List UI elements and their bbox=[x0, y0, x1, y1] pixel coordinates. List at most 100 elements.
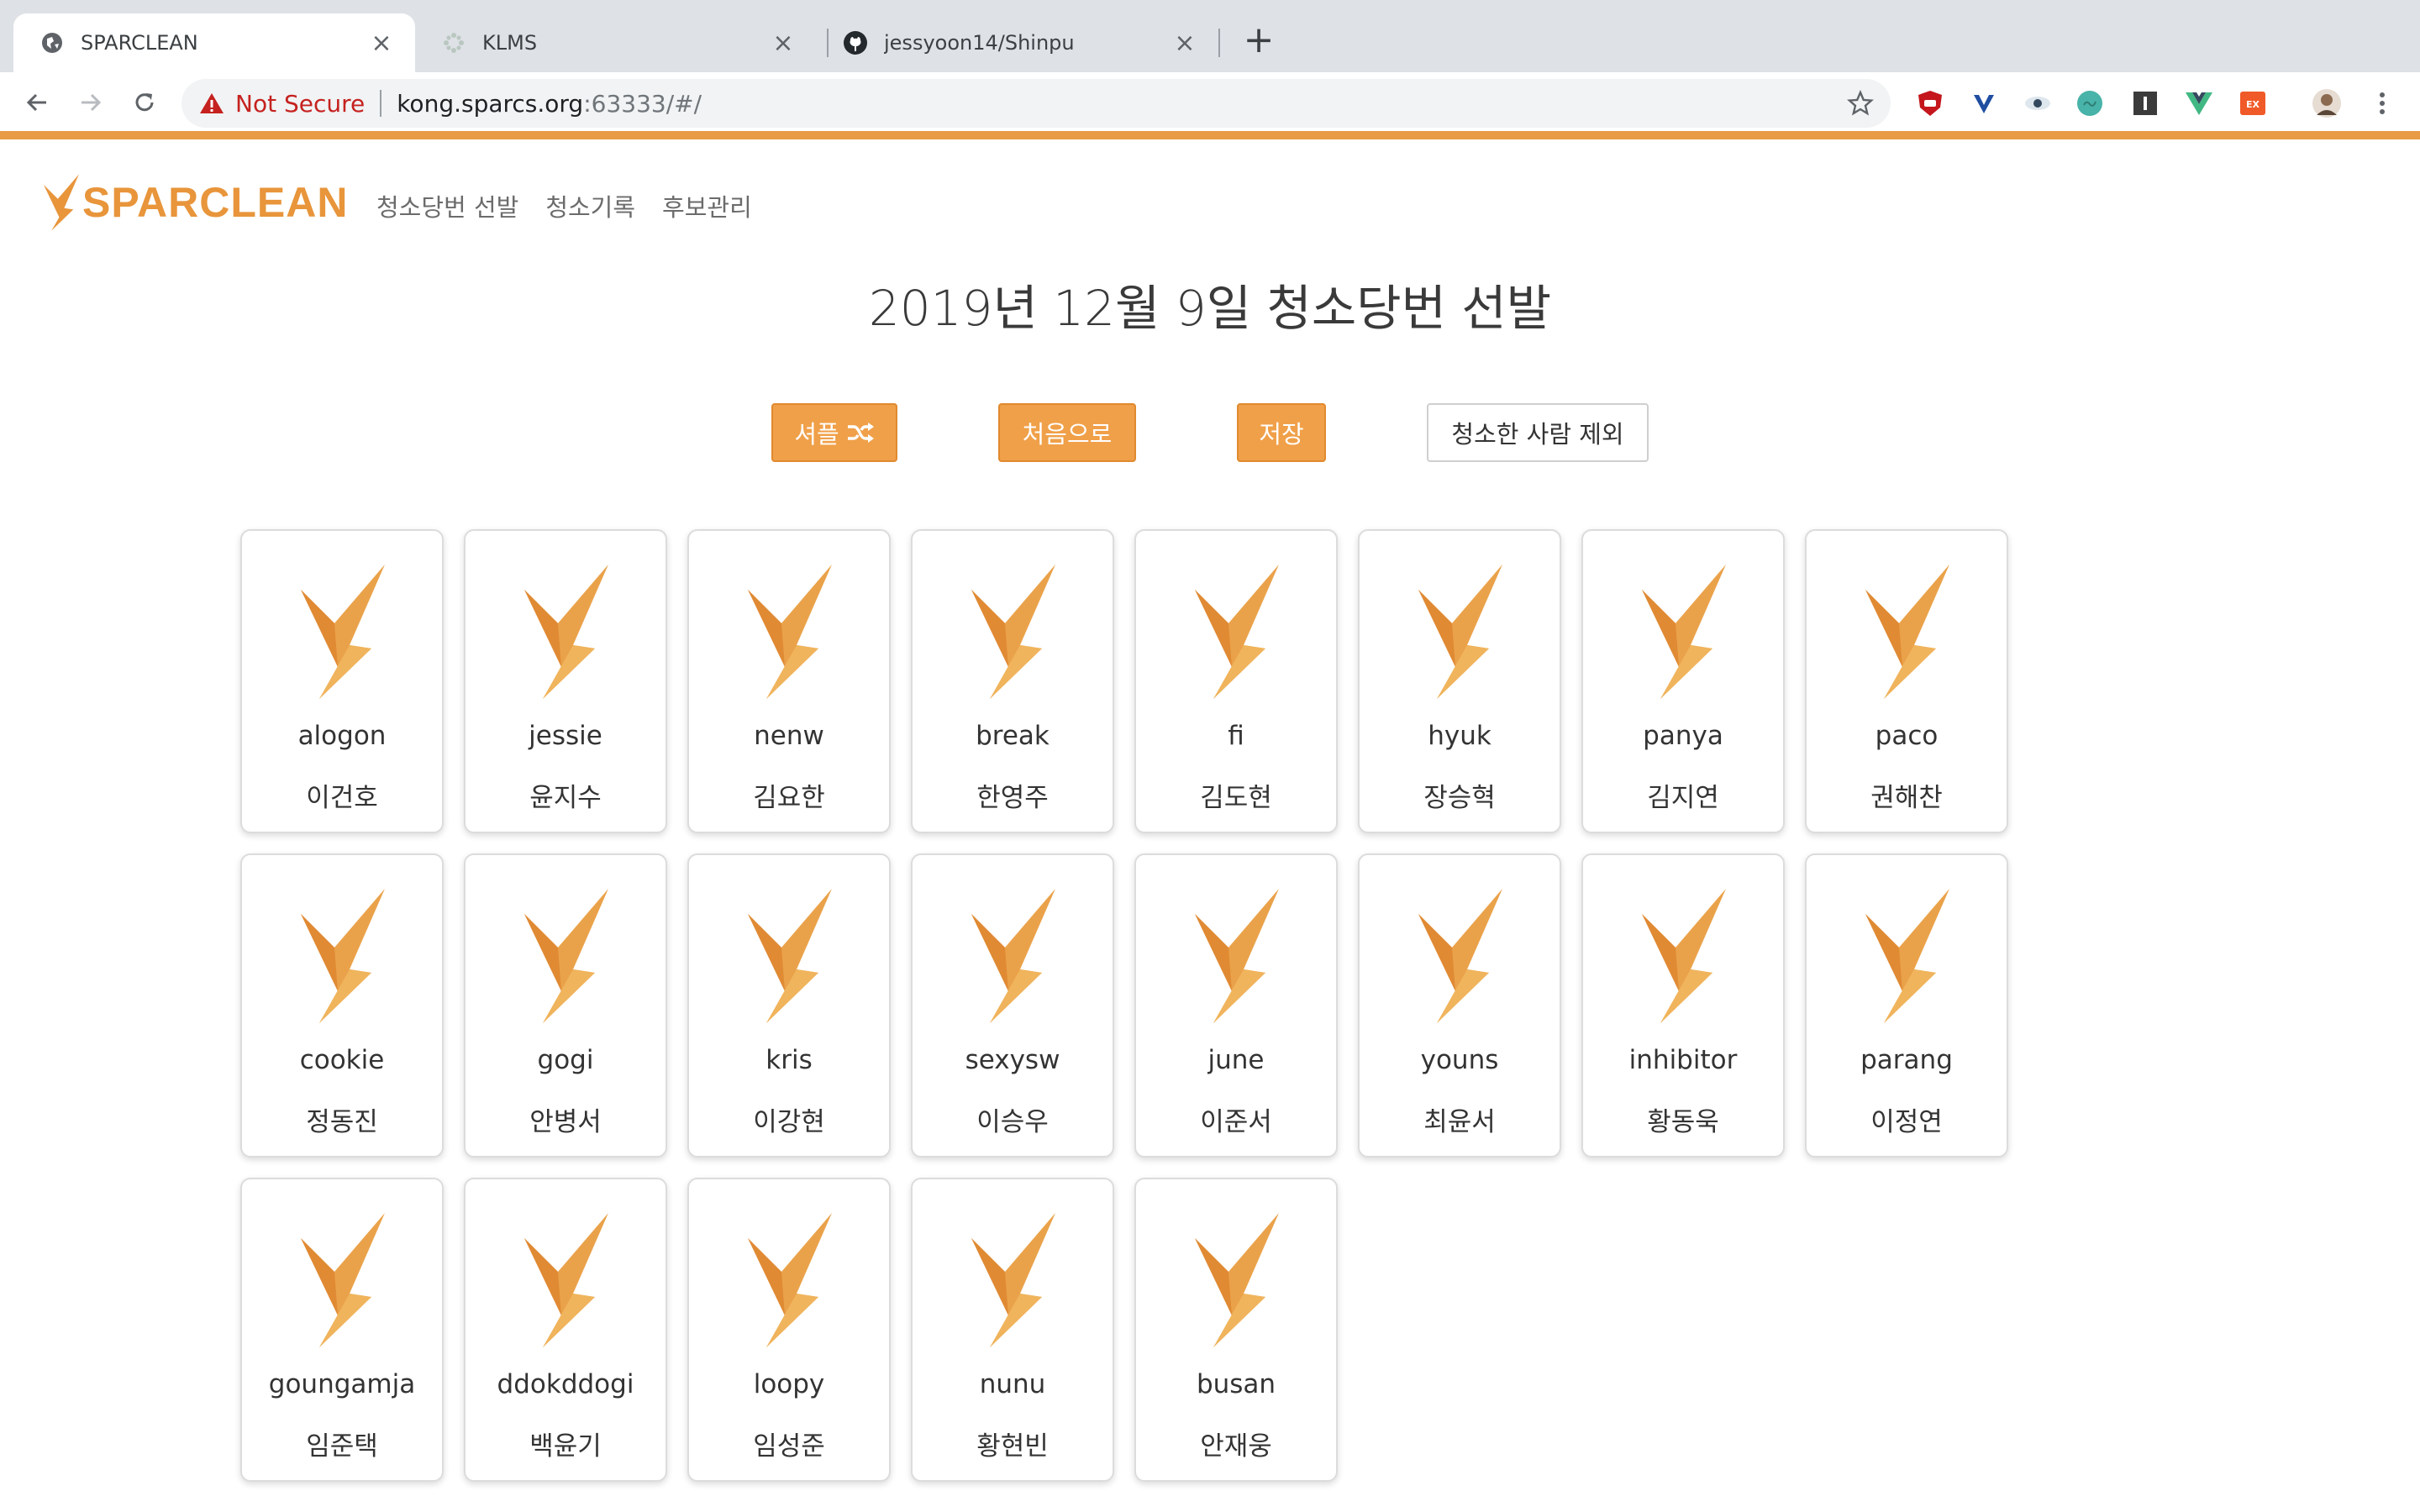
back-button[interactable] bbox=[15, 81, 59, 124]
member-card[interactable]: inhibitor 황동욱 bbox=[1581, 853, 1785, 1158]
url-host: kong.sparcs.org bbox=[397, 89, 584, 118]
member-card[interactable]: fi 김도현 bbox=[1134, 529, 1338, 833]
ex-icon[interactable]: EX bbox=[2237, 87, 2269, 119]
lightning-logo-icon bbox=[1642, 889, 1726, 1023]
member-name: 안재웅 bbox=[1200, 1431, 1272, 1462]
nav-item-history[interactable]: 청소기록 bbox=[545, 188, 635, 223]
exclude-cleaned-button[interactable]: 청소한 사람 제외 bbox=[1427, 403, 1649, 462]
member-nickname: busan bbox=[1196, 1369, 1276, 1399]
member-card[interactable]: alogon 이건호 bbox=[240, 529, 444, 833]
member-card[interactable]: gogi 안병서 bbox=[464, 853, 667, 1158]
lightning-logo-icon bbox=[1195, 564, 1279, 699]
profile-avatar[interactable] bbox=[2311, 87, 2343, 119]
tab-sparclean[interactable]: SPARCLEAN × bbox=[13, 13, 415, 72]
member-nickname: alogon bbox=[297, 721, 387, 751]
tab-title: KLMS bbox=[482, 31, 538, 55]
member-name: 김도현 bbox=[1200, 783, 1272, 813]
brand-logo-link[interactable]: SPARCLEAN bbox=[44, 173, 348, 232]
lightning-logo-icon bbox=[524, 1213, 608, 1347]
main-nav: 청소당번 선발 청소기록 후보관리 bbox=[376, 188, 779, 223]
reload-icon bbox=[135, 93, 154, 112]
member-card[interactable]: break 한영주 bbox=[911, 529, 1114, 833]
arrow-right-icon bbox=[82, 93, 102, 112]
forward-button[interactable] bbox=[69, 81, 113, 124]
member-nickname: june bbox=[1207, 1045, 1265, 1075]
teal-circle-icon[interactable] bbox=[2074, 87, 2106, 119]
instapaper-icon[interactable] bbox=[2129, 87, 2161, 119]
nav-item-selection[interactable]: 청소당번 선발 bbox=[376, 188, 518, 223]
member-card[interactable]: nunu 황현빈 bbox=[911, 1178, 1114, 1482]
member-nickname: parang bbox=[1860, 1045, 1953, 1075]
member-card[interactable]: parang 이정연 bbox=[1805, 853, 2008, 1158]
lightning-logo-icon bbox=[971, 564, 1055, 699]
member-card[interactable]: paco 권해찬 bbox=[1805, 529, 2008, 833]
member-card[interactable]: youns 최윤서 bbox=[1358, 853, 1561, 1158]
member-name: 황동욱 bbox=[1647, 1107, 1719, 1137]
lightning-logo-icon bbox=[971, 889, 1055, 1023]
member-card[interactable]: hyuk 장승혁 bbox=[1358, 529, 1561, 833]
save-label: 저장 bbox=[1259, 420, 1304, 449]
member-nickname: gogi bbox=[537, 1045, 594, 1075]
brand-name: SPARCLEAN bbox=[82, 179, 349, 226]
member-card[interactable]: jessie 윤지수 bbox=[464, 529, 667, 833]
security-label[interactable]: Not Secure bbox=[235, 90, 365, 118]
address-bar[interactable]: Not Secure kong.sparcs.org:63333/#/ bbox=[182, 79, 1891, 128]
vue-devtools-icon[interactable] bbox=[2183, 87, 2215, 119]
member-card[interactable]: panya 김지연 bbox=[1581, 529, 1785, 833]
accent-bar bbox=[0, 131, 2420, 139]
member-name: 최윤서 bbox=[1423, 1107, 1496, 1137]
lightning-logo-icon bbox=[748, 889, 832, 1023]
member-card[interactable]: ddokddogi 백윤기 bbox=[464, 1178, 667, 1482]
member-nickname: panya bbox=[1643, 721, 1723, 751]
member-card[interactable]: busan 안재웅 bbox=[1134, 1178, 1338, 1482]
member-name: 김요한 bbox=[753, 783, 825, 813]
close-icon[interactable]: × bbox=[368, 29, 395, 58]
member-nickname: youns bbox=[1420, 1045, 1499, 1075]
member-card[interactable]: kris 이강현 bbox=[687, 853, 891, 1158]
globe-icon bbox=[39, 29, 66, 56]
tab-title: SPARCLEAN bbox=[81, 31, 198, 55]
save-button[interactable]: 저장 bbox=[1237, 403, 1326, 462]
member-name: 임준택 bbox=[306, 1431, 378, 1462]
ublock-icon[interactable] bbox=[1914, 87, 1946, 119]
nav-item-candidates[interactable]: 후보관리 bbox=[662, 188, 752, 223]
browser-toolbar: Not Secure kong.sparcs.org:63333/#/ EX bbox=[0, 72, 2420, 134]
lightning-logo-icon bbox=[1418, 889, 1502, 1023]
eye-icon[interactable] bbox=[2022, 87, 2054, 119]
member-card[interactable]: goungamja 임준택 bbox=[240, 1178, 444, 1482]
member-card[interactable]: cookie 정동진 bbox=[240, 853, 444, 1158]
lightning-logo-icon bbox=[1195, 889, 1279, 1023]
page-title: 2019년 12월 9일 청소당번 선발 bbox=[868, 280, 1552, 337]
member-card[interactable]: june 이준서 bbox=[1134, 853, 1338, 1158]
member-name: 장승혁 bbox=[1423, 783, 1496, 813]
member-name: 이승우 bbox=[976, 1107, 1049, 1137]
lightning-logo-icon bbox=[1195, 1213, 1279, 1347]
shuffle-icon bbox=[847, 423, 874, 443]
reset-button[interactable]: 처음으로 bbox=[998, 403, 1136, 462]
url-path: :63333/#/ bbox=[583, 89, 702, 118]
member-card[interactable]: loopy 임성준 bbox=[687, 1178, 891, 1482]
tab-divider bbox=[1218, 29, 1220, 57]
member-card[interactable]: nenw 김요한 bbox=[687, 529, 891, 833]
address-divider bbox=[380, 90, 382, 117]
member-nickname: goungamja bbox=[268, 1369, 416, 1399]
tab-klms[interactable]: KLMS × bbox=[415, 13, 817, 72]
lightning-logo-icon bbox=[748, 1213, 832, 1347]
member-name: 백윤기 bbox=[529, 1431, 602, 1462]
member-nickname: inhibitor bbox=[1628, 1045, 1738, 1075]
tab-title: jessyoon14/Shinpu bbox=[884, 31, 1075, 55]
new-tab-button[interactable]: + bbox=[1237, 18, 1281, 62]
member-nickname: kris bbox=[765, 1045, 813, 1075]
shuffle-button[interactable]: 셔플 bbox=[771, 403, 897, 462]
reload-button[interactable] bbox=[123, 81, 166, 124]
close-icon[interactable]: × bbox=[770, 29, 797, 58]
exclude-label: 청소한 사람 제외 bbox=[1451, 420, 1624, 449]
menu-icon[interactable] bbox=[2366, 87, 2398, 119]
tab-github[interactable]: jessyoon14/Shinpu × bbox=[817, 13, 1218, 72]
lightning-logo-icon bbox=[748, 564, 832, 699]
close-icon[interactable]: × bbox=[1171, 29, 1198, 58]
lightning-logo-icon bbox=[524, 564, 608, 699]
vivaldi-icon[interactable] bbox=[1968, 87, 2000, 119]
member-card[interactable]: sexysw 이승우 bbox=[911, 853, 1114, 1158]
member-name: 권해찬 bbox=[1870, 783, 1943, 813]
